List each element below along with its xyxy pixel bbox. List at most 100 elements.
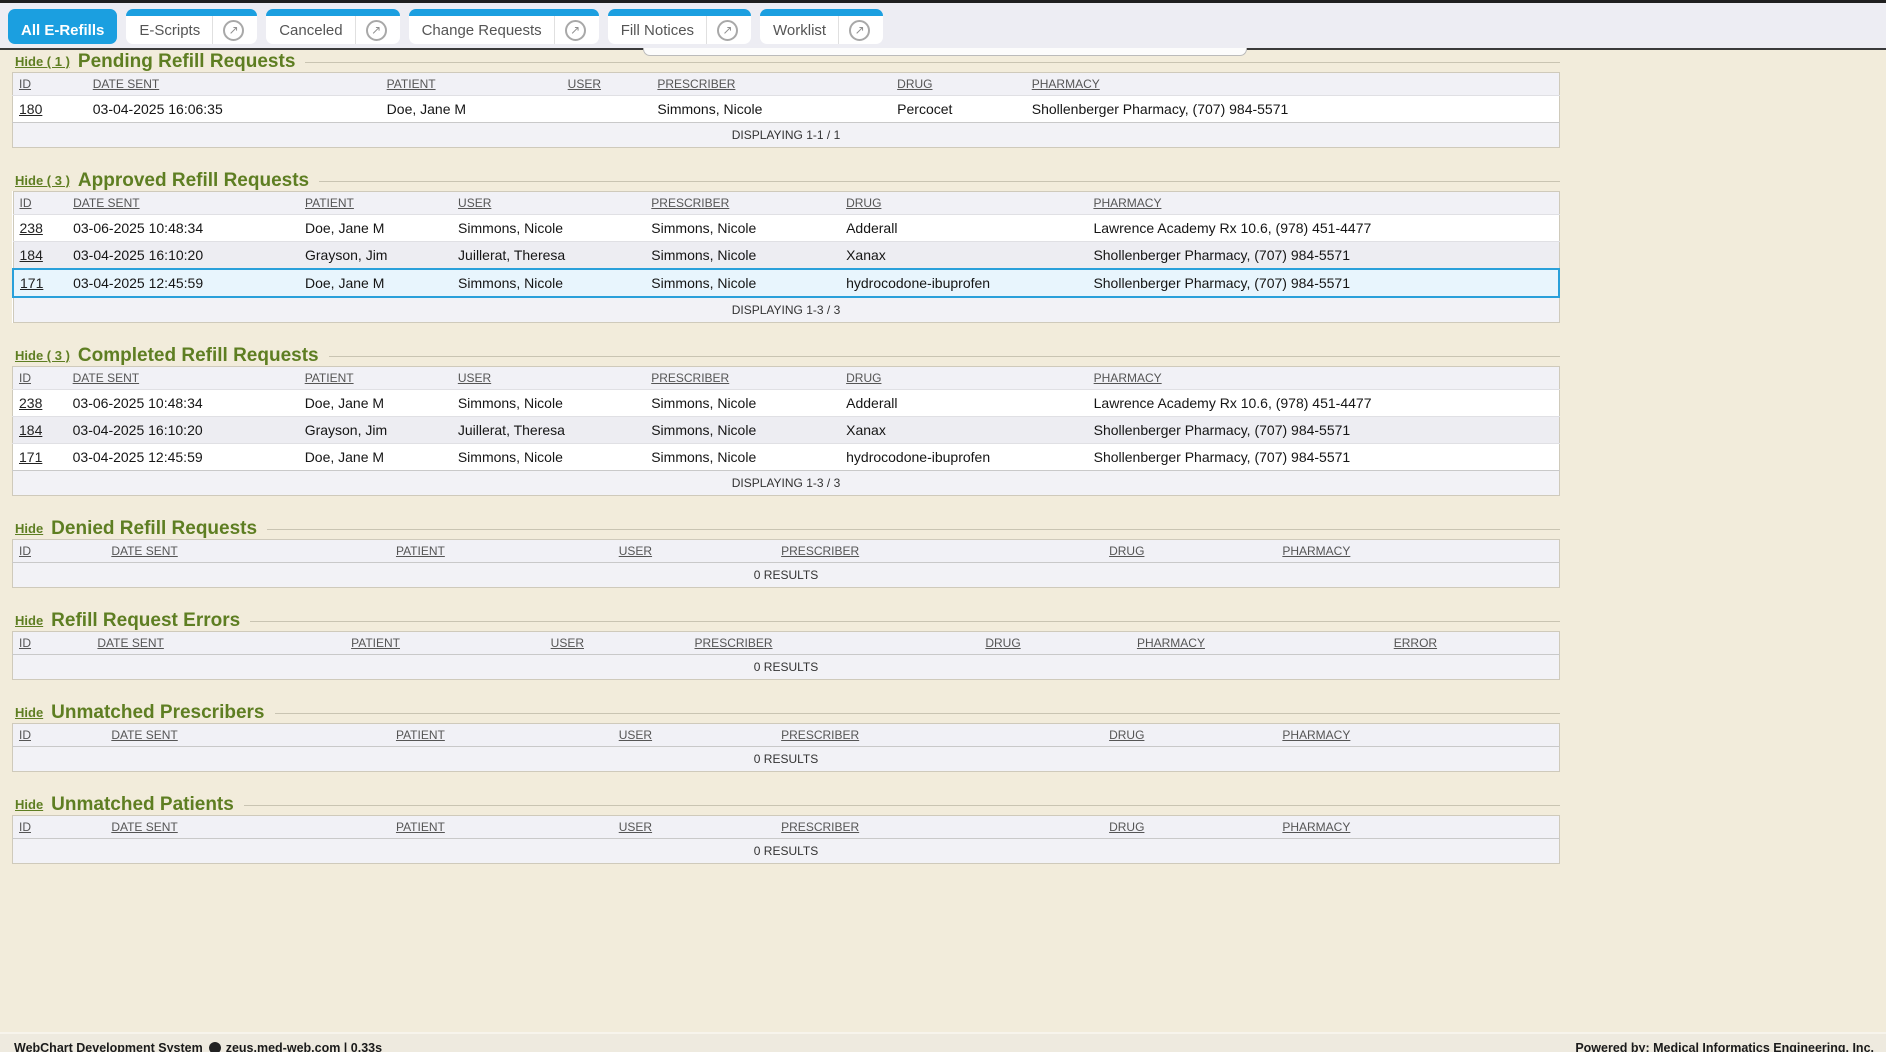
table-footer-row: 0 RESULTS [13,655,1560,680]
status-bar: WebChart Development System zeus.med-web… [0,1032,1886,1052]
table-row-171[interactable]: 17103-04-2025 12:45:59Doe, Jane MSimmons… [13,269,1559,297]
header-row: IDDATE SENTPATIENTUSERPRESCRIBERDRUGPHAR… [13,632,1560,655]
column-header-prescriber[interactable]: PRESCRIBER [651,73,891,96]
column-header-drug[interactable]: DRUG [1103,816,1276,839]
table-row-184[interactable]: 18403-04-2025 16:10:20Grayson, JimJuille… [13,242,1559,270]
external-link-icon[interactable]: ↗ [223,20,244,41]
table-completed: IDDATE SENTPATIENTUSERPRESCRIBERDRUGPHAR… [12,366,1560,496]
tab-worklist[interactable]: Worklist↗ [760,9,883,44]
column-header-drug[interactable]: DRUG [891,73,1026,96]
column-header-prescriber[interactable]: PRESCRIBER [645,192,840,215]
row-id-link[interactable]: 184 [19,422,42,438]
column-header-pharmacy[interactable]: PHARMACY [1131,632,1388,655]
column-header-drug[interactable]: DRUG [840,192,1087,215]
table-row-184[interactable]: 18403-04-2025 16:10:20Grayson, JimJuille… [13,417,1560,444]
hide-toggle-unmatched-patients[interactable]: Hide [15,797,43,812]
external-link-icon[interactable]: ↗ [717,20,738,41]
column-header-patient[interactable]: PATIENT [390,816,613,839]
column-header-user[interactable]: USER [613,540,775,563]
column-header-user[interactable]: USER [613,724,775,747]
cell-drug: Xanax [840,417,1088,444]
column-header-drug[interactable]: DRUG [979,632,1131,655]
tab-change-requests[interactable]: Change Requests↗ [409,9,599,44]
row-id-link[interactable]: 180 [19,101,42,117]
column-header-patient[interactable]: PATIENT [390,540,613,563]
column-header-user[interactable]: USER [545,632,689,655]
section-rule [305,62,1560,63]
external-link-icon[interactable]: ↗ [565,20,586,41]
column-header-id[interactable]: ID [13,632,92,655]
column-header-date-sent[interactable]: DATE SENT [105,724,390,747]
column-header-user[interactable]: USER [562,73,652,96]
column-header-pharmacy[interactable]: PHARMACY [1276,816,1559,839]
table-row-180[interactable]: 18003-04-2025 16:06:35Doe, Jane MSimmons… [13,96,1560,123]
table-row-171[interactable]: 17103-04-2025 12:45:59Doe, Jane MSimmons… [13,444,1560,471]
table-row-238[interactable]: 23803-06-2025 10:48:34Doe, Jane MSimmons… [13,215,1559,242]
section-header-errors: HideRefill Request Errors [12,610,1560,631]
column-header-date-sent[interactable]: DATE SENT [91,632,345,655]
column-header-user[interactable]: USER [452,192,645,215]
tab-e-scripts[interactable]: E-Scripts↗ [126,9,257,44]
cell-id: 171 [13,444,67,471]
column-header-drug[interactable]: DRUG [1103,540,1276,563]
row-id-link[interactable]: 184 [20,247,43,263]
row-id-link[interactable]: 171 [19,449,42,465]
column-header-user[interactable]: USER [452,367,645,390]
column-header-id[interactable]: ID [13,192,67,215]
table-row-238[interactable]: 23803-06-2025 10:48:34Doe, Jane MSimmons… [13,390,1560,417]
column-header-patient[interactable]: PATIENT [345,632,545,655]
column-header-prescriber[interactable]: PRESCRIBER [689,632,980,655]
column-header-user[interactable]: USER [613,816,775,839]
row-id-link[interactable]: 238 [20,220,43,236]
column-header-id[interactable]: ID [13,367,67,390]
column-header-date-sent[interactable]: DATE SENT [67,367,299,390]
column-header-patient[interactable]: PATIENT [390,724,613,747]
column-header-pharmacy[interactable]: PHARMACY [1276,540,1559,563]
hide-toggle-completed[interactable]: Hide ( 3 ) [15,348,70,363]
tab-divider [706,16,707,44]
column-header-id[interactable]: ID [13,73,87,96]
column-header-date-sent[interactable]: DATE SENT [105,816,390,839]
row-id-link[interactable]: 171 [20,275,43,291]
table-footer-row: 0 RESULTS [13,563,1560,588]
tab-all-e-refills[interactable]: All E-Refills [8,9,117,44]
tab-divider [212,16,213,44]
column-header-date-sent[interactable]: DATE SENT [105,540,390,563]
column-header-id[interactable]: ID [13,724,106,747]
column-header-patient[interactable]: PATIENT [299,192,452,215]
column-header-drug[interactable]: DRUG [1103,724,1276,747]
column-header-pharmacy[interactable]: PHARMACY [1276,724,1559,747]
column-header-prescriber[interactable]: PRESCRIBER [775,724,1103,747]
column-header-prescriber[interactable]: PRESCRIBER [775,540,1103,563]
column-header-pharmacy[interactable]: PHARMACY [1087,192,1559,215]
column-header-prescriber[interactable]: PRESCRIBER [645,367,840,390]
cell-date-sent: 03-04-2025 16:10:20 [67,417,299,444]
tab-fill-notices[interactable]: Fill Notices↗ [608,9,751,44]
column-header-drug[interactable]: DRUG [840,367,1088,390]
row-id-link[interactable]: 238 [19,395,42,411]
section-header-unmatched-prescribers: HideUnmatched Prescribers [12,702,1560,723]
column-header-prescriber[interactable]: PRESCRIBER [775,816,1103,839]
hide-toggle-pending[interactable]: Hide ( 1 ) [15,54,70,69]
column-header-pharmacy[interactable]: PHARMACY [1026,73,1560,96]
section-header-approved: Hide ( 3 )Approved Refill Requests [12,170,1560,191]
hide-toggle-denied[interactable]: Hide [15,521,43,536]
column-header-id[interactable]: ID [13,540,106,563]
cell-user: Simmons, Nicole [452,390,645,417]
table-errors: IDDATE SENTPATIENTUSERPRESCRIBERDRUGPHAR… [12,631,1560,680]
column-header-date-sent[interactable]: DATE SENT [67,192,299,215]
external-link-icon[interactable]: ↗ [849,20,870,41]
hide-toggle-approved[interactable]: Hide ( 3 ) [15,173,70,188]
hide-toggle-unmatched-prescribers[interactable]: Hide [15,705,43,720]
section-approved: Hide ( 3 )Approved Refill RequestsIDDATE… [12,170,1560,323]
tab-canceled[interactable]: Canceled↗ [266,9,399,44]
column-header-error[interactable]: ERROR [1388,632,1560,655]
hide-toggle-errors[interactable]: Hide [15,613,43,628]
column-header-id[interactable]: ID [13,816,106,839]
column-header-date-sent[interactable]: DATE SENT [87,73,381,96]
external-link-icon[interactable]: ↗ [366,20,387,41]
column-header-patient[interactable]: PATIENT [299,367,452,390]
column-header-pharmacy[interactable]: PHARMACY [1088,367,1560,390]
section-title-unmatched-patients: Unmatched Patients [51,794,234,816]
column-header-patient[interactable]: PATIENT [381,73,562,96]
